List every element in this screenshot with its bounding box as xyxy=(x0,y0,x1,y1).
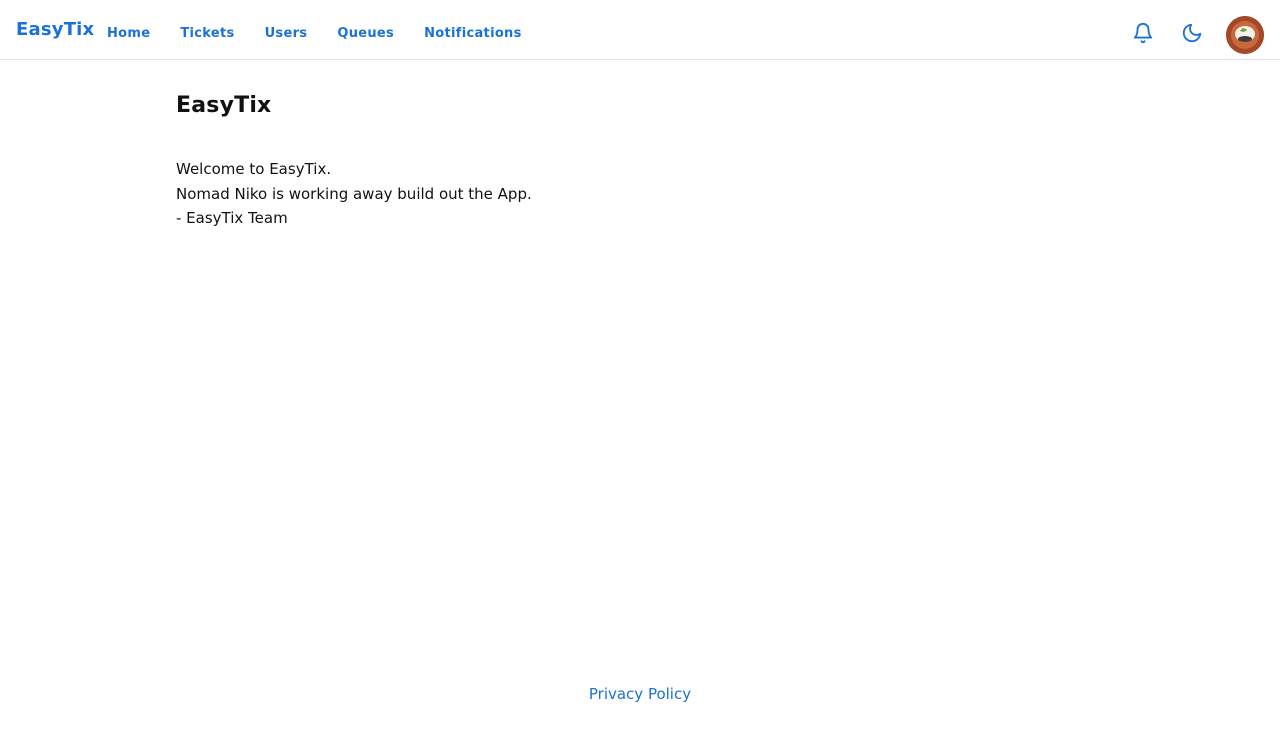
welcome-line-1: Welcome to EasyTix. xyxy=(176,160,332,178)
nav-tickets[interactable]: Tickets xyxy=(180,26,234,42)
top-navbar: EasyTix Home Tickets Users Queues Notifi… xyxy=(0,0,1280,60)
page-footer: Privacy Policy xyxy=(0,684,1280,703)
main-content: EasyTix Welcome to EasyTix. Nomad Niko i… xyxy=(176,92,1076,231)
user-avatar[interactable] xyxy=(1226,16,1264,54)
nav-users[interactable]: Users xyxy=(265,26,308,42)
main-nav: Home Tickets Users Queues Notifications xyxy=(107,26,552,42)
welcome-line-2: Nomad Niko is working away build out the… xyxy=(176,184,532,203)
nav-queues[interactable]: Queues xyxy=(337,26,394,42)
avatar-image xyxy=(1226,16,1264,54)
theme-toggle-button[interactable] xyxy=(1180,21,1204,45)
moon-icon xyxy=(1182,23,1202,43)
welcome-line-3: - EasyTix Team xyxy=(176,209,288,227)
page-title: EasyTix xyxy=(176,93,272,118)
bell-icon xyxy=(1133,23,1153,44)
welcome-message: Welcome to EasyTix. Nomad Niko is workin… xyxy=(176,157,1076,231)
nav-notifications[interactable]: Notifications xyxy=(424,26,522,42)
privacy-policy-link[interactable]: Privacy Policy xyxy=(589,685,691,703)
notifications-button[interactable] xyxy=(1131,21,1155,45)
brand-logo-link[interactable]: EasyTix xyxy=(16,19,94,40)
nav-home[interactable]: Home xyxy=(107,26,150,42)
